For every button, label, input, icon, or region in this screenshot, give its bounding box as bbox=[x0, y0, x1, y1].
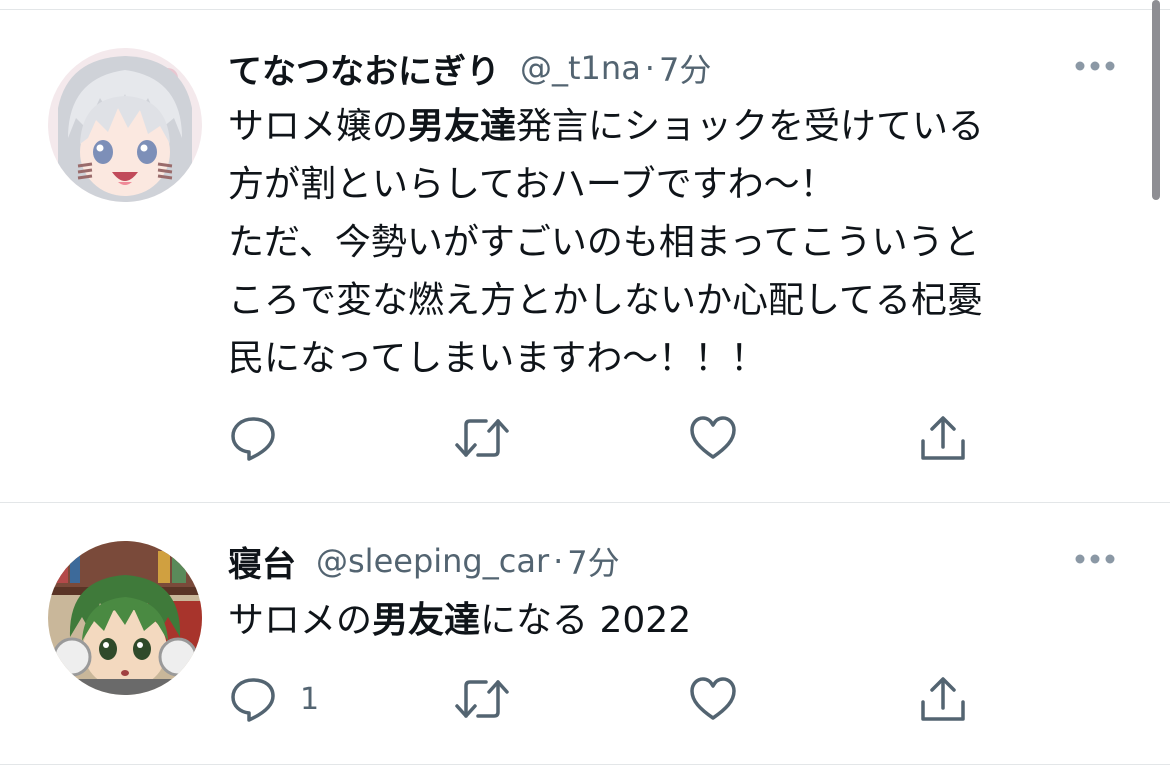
heart-icon bbox=[690, 416, 736, 459]
tweet-text-line-3: ただ、今勢いがすごいのも相まってこういうと bbox=[228, 222, 980, 263]
text-segment: 発言にショックを受けている bbox=[516, 106, 985, 147]
timestamp[interactable]: 7分 bbox=[567, 538, 619, 584]
anime-girl-avatar-icon bbox=[48, 48, 202, 202]
tweet-text-line-1: サロメ嬢の男友達発言にショックを受けている bbox=[228, 98, 1128, 156]
share-button[interactable] bbox=[918, 410, 968, 466]
tweet-text: サロメ嬢の男友達発言にショックを受けている 方が割といらしておハーブですわ〜！ … bbox=[228, 98, 1128, 388]
text-segment: サロメ嬢の bbox=[228, 106, 409, 147]
user-avatar[interactable] bbox=[48, 48, 202, 202]
reply-button[interactable]: 1 bbox=[228, 671, 319, 727]
timeline: てなつなおにぎり @_t1na · 7分 サロメ嬢の男友達発言にショックを受けて… bbox=[0, 0, 1170, 773]
like-button[interactable] bbox=[688, 671, 738, 727]
share-icon bbox=[921, 677, 965, 721]
bottom-divider bbox=[0, 764, 1170, 765]
text-bold-segment: 男友達 bbox=[408, 106, 517, 147]
user-handle[interactable]: @_t1na bbox=[520, 49, 641, 87]
tweet-actions: 1 bbox=[228, 671, 988, 727]
tweet-header: てなつなおにぎり @_t1na · 7分 bbox=[228, 44, 711, 93]
retweet-icon bbox=[455, 419, 509, 457]
retweet-button[interactable] bbox=[454, 410, 510, 466]
share-icon bbox=[921, 416, 965, 460]
user-avatar[interactable] bbox=[48, 541, 202, 695]
reply-icon bbox=[231, 678, 275, 722]
text-bold-segment: 男友達 bbox=[372, 600, 481, 641]
tweet-text-line-4: ころで変な燃え方とかしないか心配してる杞憂 bbox=[228, 280, 983, 321]
tweet-text-line-5: 民になってしまいますわ〜！！！ bbox=[228, 338, 767, 379]
reply-icon bbox=[231, 417, 275, 461]
header-separator: · bbox=[644, 49, 655, 87]
scrollbar[interactable] bbox=[1152, 0, 1160, 200]
reply-count: 1 bbox=[300, 681, 320, 717]
text-segment: になる bbox=[480, 600, 589, 641]
timestamp[interactable]: 7分 bbox=[659, 45, 711, 91]
tweet-header: 寝台 @sleeping_car · 7分 bbox=[228, 537, 620, 586]
more-options-button[interactable] bbox=[1074, 56, 1116, 76]
tweet-actions bbox=[228, 410, 988, 466]
text-segment: サロメの bbox=[228, 600, 373, 641]
like-button[interactable] bbox=[688, 410, 738, 466]
retweet-button[interactable] bbox=[454, 671, 510, 727]
heart-icon bbox=[690, 677, 736, 720]
tweet-text: サロメの男友達になる 2022 bbox=[228, 592, 1128, 650]
tweet-1[interactable]: てなつなおにぎり @_t1na · 7分 サロメ嬢の男友達発言にショックを受けて… bbox=[0, 0, 1150, 502]
tweet-2[interactable]: 寝台 @sleeping_car · 7分 サロメの男友達になる 2022 1 bbox=[0, 503, 1150, 763]
tweet-text-line-2: 方が割といらしておハーブですわ〜！ bbox=[228, 164, 836, 205]
header-separator: · bbox=[553, 542, 564, 580]
more-options-button[interactable] bbox=[1074, 549, 1116, 569]
display-name[interactable]: てなつなおにぎり bbox=[228, 44, 500, 93]
anime-boy-avatar-icon bbox=[48, 541, 202, 695]
reply-button[interactable] bbox=[228, 410, 278, 466]
more-dots-icon bbox=[1075, 61, 1115, 71]
text-segment: 2022 bbox=[599, 600, 692, 641]
retweet-icon bbox=[455, 680, 509, 718]
share-button[interactable] bbox=[918, 671, 968, 727]
more-dots-icon bbox=[1075, 554, 1115, 564]
user-handle[interactable]: @sleeping_car bbox=[316, 542, 549, 580]
display-name[interactable]: 寝台 bbox=[228, 537, 296, 586]
tweet-text-line-1: サロメの男友達になる 2022 bbox=[228, 592, 1128, 650]
